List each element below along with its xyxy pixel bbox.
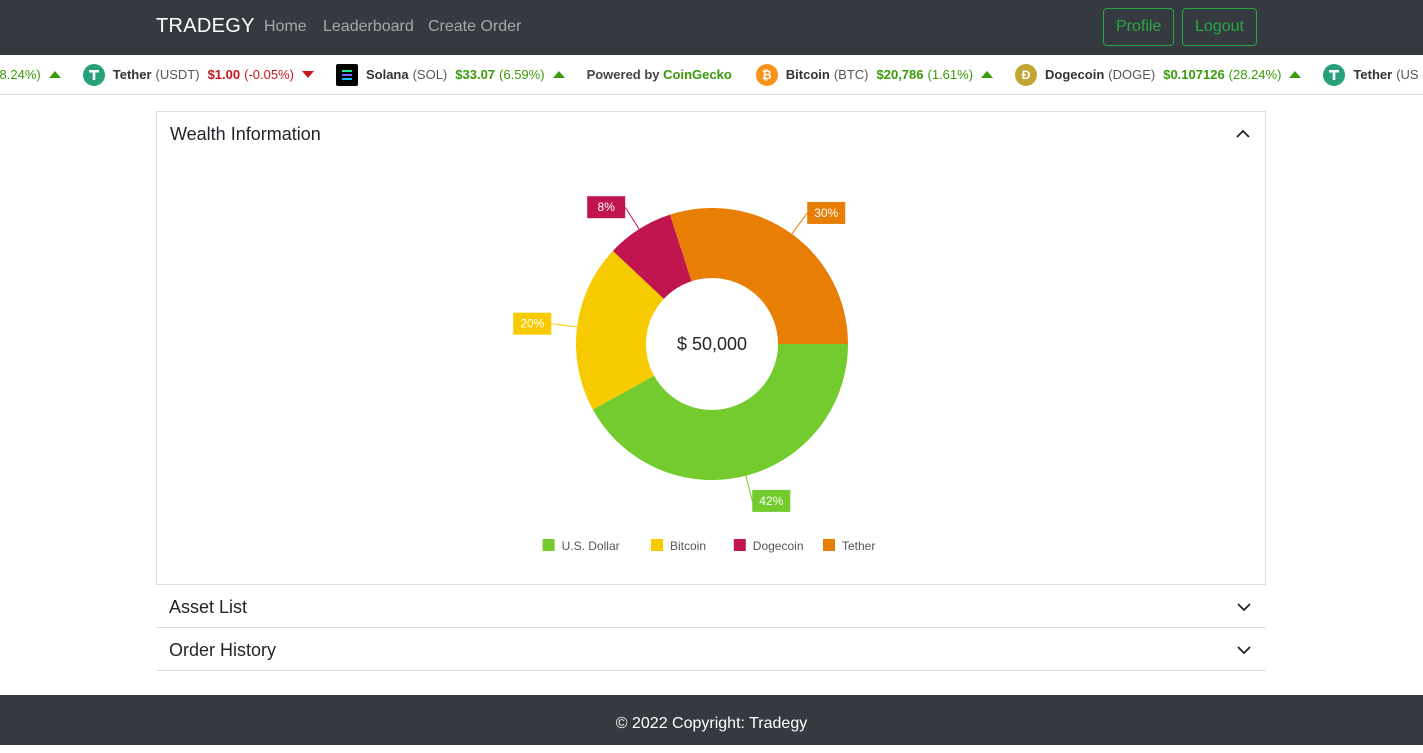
tether-icon	[82, 63, 105, 86]
coin-change: (1.61%)	[927, 67, 974, 82]
coin-symbol: (US	[1396, 67, 1419, 82]
wealth-accordion: Wealth Information 42% 20% 8% 30% $ 50,000 U.…	[156, 111, 1266, 671]
wealth-section-title: Wealth Information	[170, 124, 321, 144]
legend-item-u-s-dollar[interactable]: U.S. Dollar	[542, 539, 620, 553]
coin-change: (28.24%)	[1228, 67, 1282, 82]
ticker-item-tether-2[interactable]: Tether (US	[1323, 63, 1419, 86]
wealth-section: Wealth Information 42% 20% 8% 30% $ 50,000 U.…	[156, 111, 1266, 585]
powered-by-label[interactable]: Powered by CoinGecko	[587, 67, 732, 82]
arrow-up-icon	[552, 71, 565, 78]
donut-chart: 42% 20% 8% 30% $ 50,000 U.S. Dollar Bitcoin Dog…	[513, 196, 875, 553]
chevron-down-icon	[1237, 646, 1251, 655]
donut-center-total: $ 50,000	[677, 334, 747, 354]
legend-label: Dogecoin	[753, 539, 804, 553]
dogecoin-icon: Ð	[1015, 63, 1038, 86]
data-label-bitcoin: 20%	[520, 317, 544, 331]
coin-price: $20,786	[876, 67, 924, 82]
coingecko-link[interactable]: CoinGecko	[663, 67, 732, 82]
coin-change: (6.59%)	[499, 67, 545, 82]
coin-name: Tether	[1353, 67, 1393, 82]
ticker-item-solana[interactable]: Solana (SOL) $33.07 (6.59%)	[335, 63, 565, 86]
coin-name: Bitcoin	[785, 67, 830, 82]
legend-item-dogecoin[interactable]: Dogecoin	[733, 539, 804, 553]
wealth-section-header[interactable]: Wealth Information	[157, 112, 1265, 156]
asset-list-section: Asset List	[156, 585, 1266, 628]
leader-line-dogecoin	[624, 206, 640, 230]
ticker-change: (28.24%)	[0, 67, 41, 82]
legend-label: Bitcoin	[670, 539, 706, 553]
ticker-item-lead: (28.24%)	[0, 67, 61, 82]
legend-label: U.S. Dollar	[562, 539, 620, 553]
coin-symbol: (USDT)	[155, 67, 200, 82]
coin-price: $0.107126	[1163, 67, 1225, 82]
legend-label: Tether	[842, 539, 875, 553]
coin-change: (-0.05%)	[244, 67, 294, 82]
wealth-chart: 42% 20% 8% 30% $ 50,000 U.S. Dollar Bitcoin Dog…	[157, 156, 1265, 584]
legend-swatch	[823, 539, 835, 551]
solana-icon	[335, 63, 358, 86]
ticker-item-dogecoin[interactable]: Ð Dogecoin (DOGE) $0.107126 (28.24%)	[1015, 63, 1302, 86]
arrow-up-icon	[981, 71, 994, 78]
data-label-u-s-dollar: 42%	[759, 494, 783, 508]
nav-link-home[interactable]: Home	[264, 18, 307, 36]
nav-link-create-order[interactable]: Create Order	[428, 18, 521, 36]
asset-list-title: Asset List	[169, 597, 248, 617]
coin-symbol: (SOL)	[412, 67, 448, 82]
coin-name: Dogecoin	[1045, 67, 1105, 82]
coin-name: Tether	[112, 67, 152, 82]
slice-tether[interactable]	[669, 208, 848, 344]
leader-line-bitcoin	[551, 323, 578, 328]
asset-list-header[interactable]: Asset List	[156, 585, 1266, 628]
tether-icon	[1323, 63, 1346, 86]
navbar: TRADEGY Home Leaderboard Create Order Pr…	[0, 0, 1423, 55]
legend-item-bitcoin[interactable]: Bitcoin	[651, 539, 706, 553]
order-history-title: Order History	[169, 640, 277, 660]
logout-button[interactable]: Logout	[1182, 8, 1257, 46]
profile-button[interactable]: Profile	[1103, 8, 1175, 46]
nav-link-leaderboard[interactable]: Leaderboard	[323, 18, 414, 36]
powered-by-text: Powered by	[586, 67, 664, 82]
coin-symbol: (BTC)	[833, 67, 869, 82]
chevron-up-icon	[1236, 129, 1250, 138]
data-label-dogecoin: 8%	[598, 200, 616, 214]
coin-name: Solana	[365, 67, 409, 82]
chevron-down-icon	[1237, 603, 1251, 612]
data-label-tether: 30%	[814, 206, 838, 220]
brand-logo[interactable]: TRADEGY	[156, 15, 255, 38]
arrow-down-icon	[301, 71, 314, 78]
ticker-track: (28.24%) Tether (USDT) $1.00 (-0.05%) So…	[0, 55, 1423, 94]
leader-line-u-s-dollar	[745, 475, 753, 502]
legend-swatch	[733, 539, 746, 551]
bitcoin-icon: ₿	[755, 63, 778, 86]
arrow-up-icon	[48, 71, 61, 78]
price-ticker: (28.24%) Tether (USDT) $1.00 (-0.05%) So…	[0, 55, 1423, 95]
legend-item-tether[interactable]: Tether	[823, 539, 875, 553]
ticker-item-tether[interactable]: Tether (USDT) $1.00 (-0.05%)	[82, 63, 314, 86]
coin-price: $33.07	[455, 67, 496, 82]
coin-symbol: (DOGE)	[1108, 67, 1156, 82]
arrow-up-icon	[1289, 71, 1302, 78]
ticker-item-bitcoin[interactable]: ₿ Bitcoin (BTC) $20,786 (1.61%)	[755, 63, 994, 86]
legend-swatch	[651, 539, 663, 551]
footer: © 2022 Copyright: Tradegy	[0, 695, 1423, 745]
coin-price: $1.00	[207, 67, 241, 82]
order-history-header[interactable]: Order History	[156, 628, 1266, 671]
footer-copyright: © 2022 Copyright: Tradegy	[615, 715, 808, 732]
leader-line-tether	[791, 212, 808, 235]
order-history-section: Order History	[156, 628, 1266, 671]
legend-swatch	[542, 539, 555, 551]
